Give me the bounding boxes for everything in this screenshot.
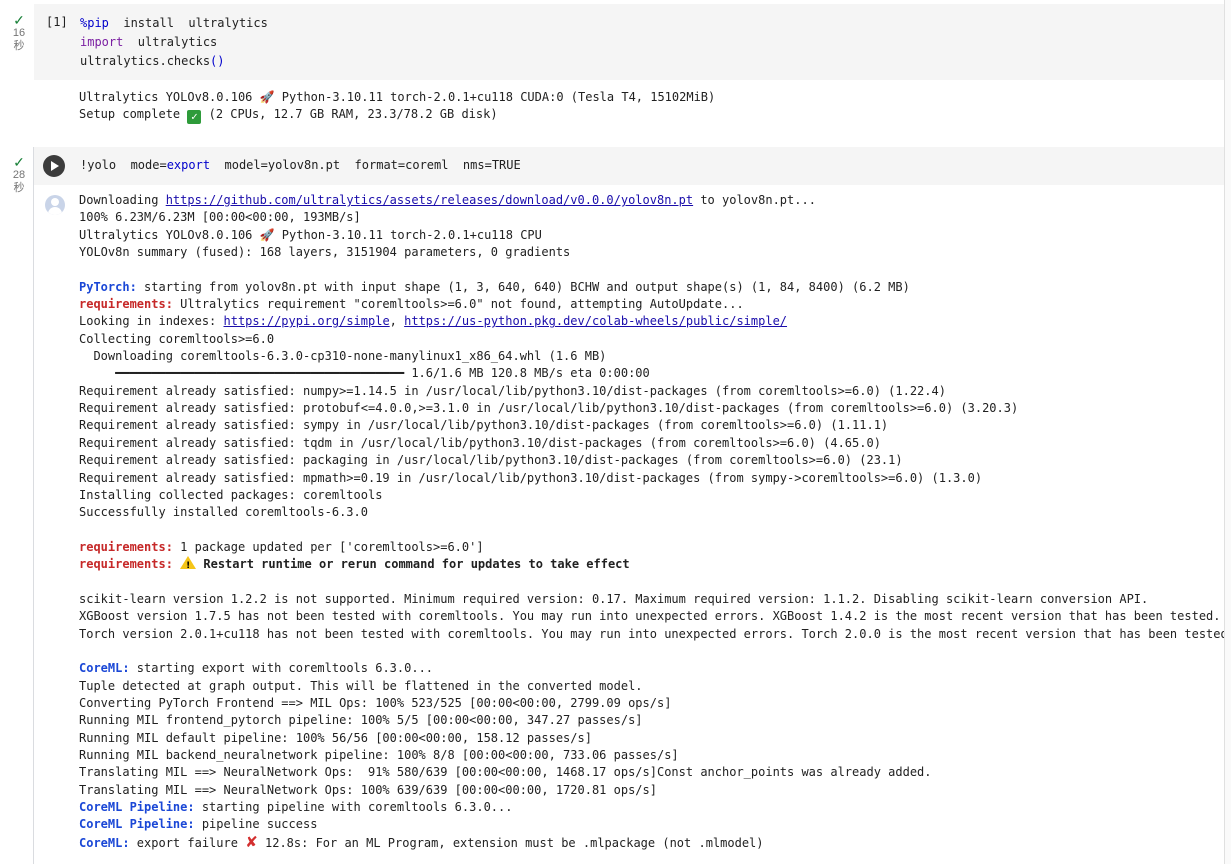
output-line: Downloading https://github.com/ultralyti… [79,193,816,207]
progress-line: ━━━━━━━━━━━━━━━━━━━━━━━━━━━━━━━━━━━━━━━━… [79,366,650,381]
execution-count: [1] [46,15,68,29]
output-line: YOLOv8n summary (fused): 168 layers, 315… [79,245,571,260]
exec-time-unit: 秒 [13,182,25,194]
error-cross-icon: ✘ [245,832,258,851]
download-link[interactable]: https://github.com/ultralytics/assets/re… [166,193,693,207]
output-line: Running MIL frontend_pytorch pipeline: 1… [79,713,643,728]
output-line: Requirement already satisfied: packaging… [79,453,903,468]
output-line: Converting PyTorch Frontend ==> MIL Ops:… [79,695,672,710]
cell-status: ✓ 28 秒 [8,154,30,195]
output-line: Requirement already satisfied: protobuf<… [79,401,1019,416]
output-line: scikit-learn version 1.2.2 is not suppor… [79,591,1149,606]
output-line: Running MIL backend_neuralnetwork pipeli… [79,748,679,762]
index-link-2[interactable]: https://us-python.pkg.dev/colab-wheels/p… [404,314,787,328]
output-line: CoreML Pipeline: starting pipeline with … [79,800,513,815]
exec-time: 28 [12,169,26,181]
output-line: Requirement already satisfied: tqdm in /… [79,435,881,450]
output-line: CoreML Pipeline: pipeline success [79,817,318,832]
output-line: Requirement already satisfied: sympy in … [79,418,889,433]
output-line: requirements: 1 package updated per ['co… [79,539,484,554]
output-avatar-icon [45,195,65,215]
output-line: Ultralytics YOLOv8.0.106 🚀 Python-3.10.1… [79,227,542,242]
output-line: Requirement already satisfied: mpmath>=0… [79,470,983,485]
code-line: ultralytics.checks() [80,54,225,68]
exec-time-unit: 秒 [13,40,25,52]
run-cell-button[interactable] [43,155,65,177]
output-line: PyTorch: starting from yolov8n.pt with i… [79,279,910,294]
exec-time: 16 [12,27,26,39]
index-link-1[interactable]: https://pypi.org/simple [224,314,390,328]
code-line: !yolo mode=export model=yolov8n.pt forma… [80,158,521,172]
cell-divider [33,147,34,864]
code-line: import ultralytics [80,35,218,49]
output-line: requirements: Restart runtime or rerun c… [79,556,1231,576]
cell-output: Downloading https://github.com/ultralyti… [79,192,1231,852]
code-editor[interactable]: [1] %pip install ultralytics import ultr… [34,4,1225,80]
output-line: Torch version 2.0.1+cu118 has not been t… [79,626,1231,641]
output-line: Installing collected packages: coremltoo… [79,487,383,502]
cell-status: ✓ 16 秒 [8,12,30,53]
check-icon: ✓ [13,154,25,170]
output-line: Downloading coremltools-6.3.0-cp310-none… [79,349,607,364]
output-line: Setup complete ✓ (2 CPUs, 12.7 GB RAM, 2… [79,107,498,125]
output-line: Translating MIL ==> NeuralNetwork Ops: 9… [79,765,932,780]
code-editor[interactable]: !yolo mode=export model=yolov8n.pt forma… [34,147,1225,185]
output-line: CoreML: export failure ✘ 12.8s: For an M… [79,832,764,851]
code-line: %pip install ultralytics [80,16,268,30]
output-line: 100% 6.23M/6.23M [00:00<00:00, 193MB/s] [79,210,361,225]
output-line: Collecting coremltools>=6.0 [79,331,275,346]
output-line: Translating MIL ==> NeuralNetwork Ops: 1… [79,782,657,797]
output-line: Running MIL default pipeline: 100% 56/56… [79,730,592,745]
code-cell-2: ✓ 28 秒 !yolo mode=export model=yolov8n.p… [0,140,1231,864]
check-icon: ✓ [13,12,25,28]
output-line: Looking in indexes: https://pypi.org/sim… [79,314,788,329]
output-line: CoreML: starting export with coremltools… [79,661,434,676]
output-line: XGBoost version 1.7.5 has not been teste… [79,609,1221,624]
output-line: Requirement already satisfied: numpy>=1.… [79,383,946,398]
output-line: Successfully installed coremltools-6.3.0 [79,505,368,520]
scrollbar[interactable] [1224,0,1231,864]
checkmark-icon: ✓ [187,110,202,125]
output-line: Tuple detected at graph output. This wil… [79,678,643,693]
output-line: Ultralytics YOLOv8.0.106 🚀 Python-3.10.1… [79,90,716,104]
output-line: requirements: Ultralytics requirement "c… [79,297,744,312]
warning-icon [180,556,197,576]
cell-output: Ultralytics YOLOv8.0.106 🚀 Python-3.10.1… [79,89,716,125]
code-cell-1: ✓ 16 秒 [1] %pip install ultralytics impo… [0,0,1231,140]
